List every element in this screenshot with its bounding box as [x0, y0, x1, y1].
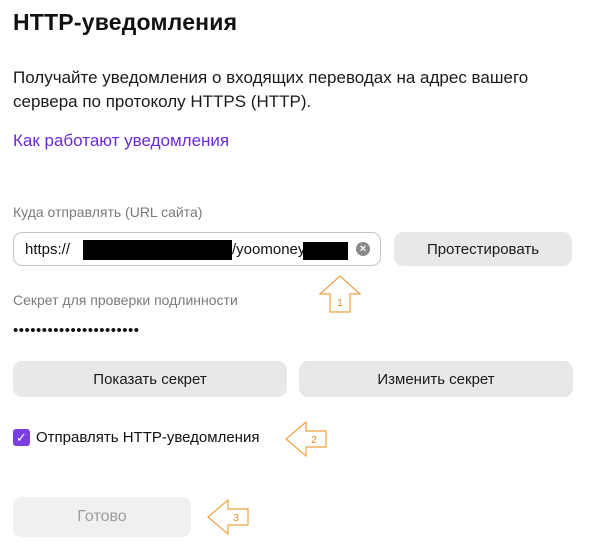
url-value-prefix: https:// [25, 241, 71, 258]
url-field-label: Куда отправлять (URL сайта) [13, 204, 203, 220]
secret-value: •••••••••••••••••••••• [13, 322, 140, 339]
description-text: Получайте уведомления о входящих перевод… [13, 68, 529, 111]
annotation-arrow-left-icon: 2 [285, 420, 327, 458]
page-title: HTTP-уведомления [13, 9, 238, 35]
send-notifications-label[interactable]: Отправлять HTTP-уведомления [36, 429, 259, 446]
change-secret-button[interactable]: Изменить секрет [299, 361, 573, 397]
annotation-arrow-up-icon: 1 [318, 275, 362, 313]
clear-icon[interactable]: × [356, 242, 370, 256]
redacted-block [83, 240, 232, 260]
url-input[interactable]: https:// /yoomoney × [13, 232, 381, 266]
url-value-middle: /yoomoney [232, 241, 306, 258]
redacted-block [303, 242, 348, 260]
annotation-arrow-left-icon: 3 [207, 498, 249, 536]
send-notifications-checkbox[interactable]: ✓ [13, 429, 30, 446]
secret-label: Секрет для проверки подлинности [13, 292, 238, 308]
annotation-label-2: 2 [311, 435, 317, 446]
show-secret-button[interactable]: Показать секрет [13, 361, 287, 397]
how-notifications-work-link[interactable]: Как работают уведомления [13, 131, 229, 151]
annotation-label-3: 3 [233, 513, 239, 524]
test-button[interactable]: Протестировать [394, 232, 572, 266]
annotation-label-1: 1 [337, 298, 343, 309]
done-button[interactable]: Готово [13, 497, 191, 537]
